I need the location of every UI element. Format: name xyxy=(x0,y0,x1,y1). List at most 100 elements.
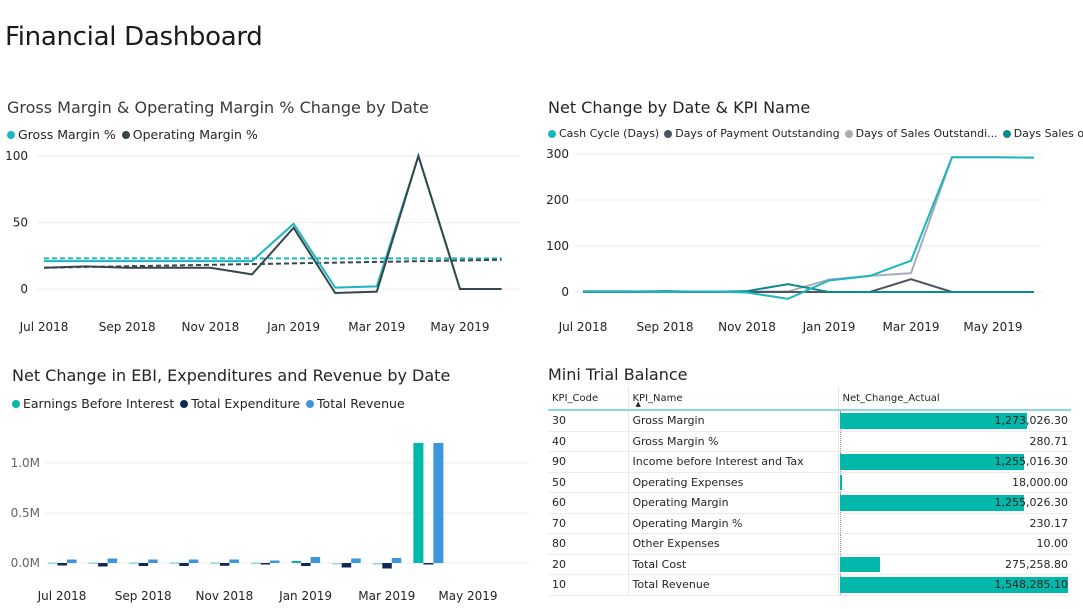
x-tick-label: Jan 2019 xyxy=(278,589,332,603)
table-row[interactable]: 30 Gross Margin 1,273,026.30 xyxy=(548,410,1071,432)
table-row[interactable]: 50 Operating Expenses 18,000.00 xyxy=(548,472,1071,493)
margin-line-chart[interactable]: 0 50 100 Jul 2018 Sep 2018 Nov 2018 Jan 2019 Ma… xyxy=(0,140,540,340)
kpi-name-cell: Gross Margin xyxy=(627,410,838,432)
kpi-code-cell: 10 xyxy=(548,574,628,596)
bar-total-revenue[interactable] xyxy=(270,560,280,564)
bar-total-revenue[interactable] xyxy=(433,443,444,563)
legend-dot-icon xyxy=(12,399,20,408)
column-header-net-change[interactable]: Net_Change_Actual xyxy=(837,387,1071,411)
bar-total-expenditure[interactable] xyxy=(57,563,68,566)
legend-item-ebi[interactable]: Earnings Before Interest xyxy=(12,396,174,411)
kpi-name-cell: Operating Margin % xyxy=(627,513,838,534)
bar-ebi[interactable] xyxy=(332,563,342,565)
bar-total-expenditure[interactable] xyxy=(341,563,352,568)
x-tick-label: Mar 2019 xyxy=(358,589,415,603)
bar-total-expenditure[interactable] xyxy=(219,563,230,566)
kpi-name-cell: Other Expenses xyxy=(627,533,838,555)
kpi-code-cell: 70 xyxy=(548,513,628,534)
bar-ebi[interactable] xyxy=(48,562,58,564)
x-tick-label: Mar 2019 xyxy=(348,320,405,334)
legend-item-dpo[interactable]: Days of Payment Outstanding xyxy=(664,127,840,140)
table-row[interactable]: 40 Gross Margin % 280.71 xyxy=(548,431,1071,452)
bar-total-revenue[interactable] xyxy=(188,559,199,564)
x-tick-label: May 2019 xyxy=(963,320,1022,334)
legend-label: Days of Payment Outstanding xyxy=(675,127,840,140)
bar-total-revenue[interactable] xyxy=(351,558,361,564)
y-tick-label: 0.0M xyxy=(11,556,40,570)
bar-total-expenditure[interactable] xyxy=(179,563,189,566)
bar-total-expenditure[interactable] xyxy=(260,563,271,565)
series-line-operating-margin[interactable] xyxy=(43,152,502,295)
bar-total-expenditure[interactable] xyxy=(423,563,434,565)
y-tick-label: 300 xyxy=(546,147,569,161)
net-change-cell: 275,258.80 xyxy=(837,554,1071,575)
bar-ebi[interactable] xyxy=(251,562,261,565)
legend-dot-icon xyxy=(664,129,673,138)
bar-total-revenue[interactable] xyxy=(391,558,402,563)
bar-total-revenue[interactable] xyxy=(107,558,118,564)
bar-total-revenue[interactable] xyxy=(310,557,321,563)
table-row[interactable]: 70 Operating Margin % 230.17 xyxy=(548,513,1071,534)
bar-total-revenue[interactable] xyxy=(67,559,77,564)
series-line-cash-cycle[interactable] xyxy=(583,156,1035,300)
bar-ebi[interactable] xyxy=(291,561,302,563)
x-tick-label: Jul 2018 xyxy=(558,320,608,334)
table-row[interactable]: 10 Total Revenue 1,548,285.10 xyxy=(548,574,1071,596)
kpi-name-cell: Income before Interest and Tax xyxy=(627,451,838,473)
legend-label: Days of Sales Outstandi... xyxy=(855,127,998,140)
net-change-value: 230.17 xyxy=(1029,516,1069,530)
net-change-value: 1,273,026.30 xyxy=(994,414,1068,428)
legend-label: Earnings Before Interest xyxy=(23,396,175,411)
bar-total-expenditure[interactable] xyxy=(301,563,311,566)
x-tick-label: Jan 2019 xyxy=(802,320,856,334)
table-header-row: KPI_Code KPI_Name ▲ Net_Change_Actual xyxy=(548,387,1071,411)
net-change-value: 275,258.80 xyxy=(1005,557,1068,571)
net-change-value: 10.00 xyxy=(1036,537,1069,551)
column-header-kpi-code[interactable]: KPI_Code xyxy=(548,387,628,411)
net-change-cell: 1,255,016.30 xyxy=(837,451,1071,473)
column-header-kpi-name[interactable]: KPI_Name ▲ xyxy=(627,387,838,411)
legend-dot-icon xyxy=(548,129,556,138)
bar-total-expenditure[interactable] xyxy=(138,563,149,566)
kpi-line-chart[interactable]: 0 100 200 300 Jul 2018 Sep 2018 Nov 2018 Jan 20… xyxy=(540,140,1083,340)
legend-dot-icon xyxy=(306,399,315,408)
bar-ebi[interactable] xyxy=(169,562,180,564)
kpi-code-cell: 90 xyxy=(548,451,628,473)
ebi-chart-title: Net Change in EBI, Expenditures and Reve… xyxy=(12,366,451,385)
bar-total-revenue[interactable] xyxy=(148,559,158,564)
table-row[interactable]: 90 Income before Interest and Tax 1,255,01… xyxy=(548,451,1071,473)
net-change-value: 1,548,285.10 xyxy=(994,578,1068,592)
bar-total-expenditure[interactable] xyxy=(382,563,392,569)
legend-label: Total Expenditure xyxy=(191,396,301,411)
bar-ebi[interactable] xyxy=(129,562,139,564)
page-title: Financial Dashboard xyxy=(5,22,263,52)
bar-ebi[interactable] xyxy=(210,562,220,564)
ebi-bar-chart[interactable]: 0.0M 0.5M 1.0M Jul 2018 Sep 2018 Nov 2018 Jan … xyxy=(0,420,540,609)
bar-total-expenditure[interactable] xyxy=(98,563,108,567)
margin-chart-title: Gross Margin & Operating Margin % Change… xyxy=(7,98,429,117)
table-row[interactable]: 60 Operating Margin 1,255,026.30 xyxy=(548,492,1071,514)
net-change-value: 280.71 xyxy=(1029,434,1069,448)
legend-item-dso[interactable]: Days of Sales Outstandi... xyxy=(844,127,998,140)
table-row[interactable]: 20 Total Cost 275,258.80 xyxy=(548,554,1071,575)
y-tick-label: 1.0M xyxy=(11,456,40,470)
x-tick-label: May 2019 xyxy=(438,589,497,603)
kpi-name-cell: Total Revenue xyxy=(627,574,838,596)
y-tick-label: 0 xyxy=(561,285,569,299)
bar-ebi[interactable] xyxy=(413,443,424,563)
x-tick-label: Nov 2018 xyxy=(196,589,254,603)
legend-item-total-expenditure[interactable]: Total Expenditure xyxy=(180,396,300,411)
kpi-name-cell: Operating Margin xyxy=(627,492,838,514)
legend-dot-icon xyxy=(121,130,130,139)
legend-item-cash-cycle[interactable]: Cash Cycle (Days) xyxy=(548,127,659,140)
bar-total-revenue[interactable] xyxy=(229,559,239,564)
legend-item-dsi[interactable]: Days Sales of Inve... xyxy=(1002,127,1083,140)
legend-dot-icon xyxy=(844,129,853,138)
table-row[interactable]: 80 Other Expenses 10.00 xyxy=(548,533,1071,555)
x-tick-label: Sep 2018 xyxy=(115,589,172,603)
bar-ebi[interactable] xyxy=(88,562,99,564)
series-line-dso[interactable] xyxy=(583,156,1035,293)
legend-item-total-revenue[interactable]: Total Revenue xyxy=(306,396,405,411)
x-tick-label: May 2019 xyxy=(430,320,489,334)
bar-ebi[interactable] xyxy=(372,563,383,565)
